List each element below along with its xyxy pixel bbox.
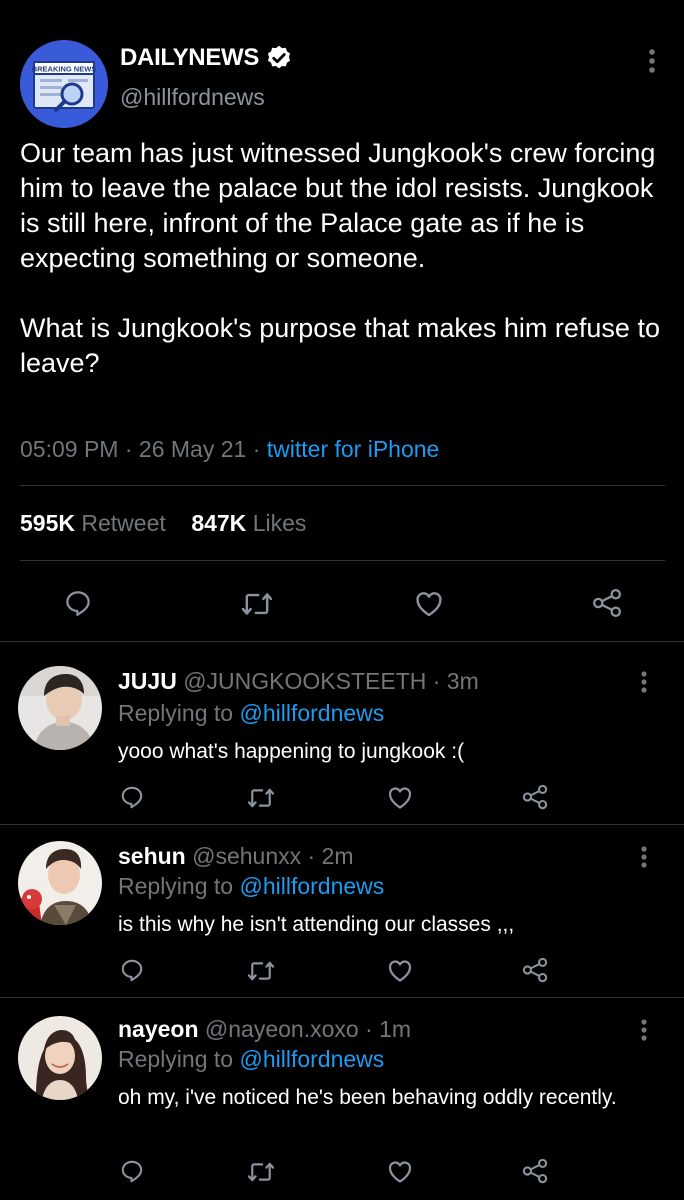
reply-text: oh my, i've noticed he's been behaving o… xyxy=(118,1086,617,1109)
share-icon[interactable] xyxy=(590,588,624,618)
reply-icon[interactable] xyxy=(62,588,94,618)
reply-author-handle: @nayeon.xoxo xyxy=(204,1016,359,1042)
reply-icon[interactable] xyxy=(118,957,146,983)
tweet-actions xyxy=(0,578,684,626)
replying-to-label: Replying to xyxy=(118,1046,240,1072)
like-heart-icon[interactable] xyxy=(386,784,414,810)
reply-header: JUJU @JUNGKOOKSTEETH · 3m xyxy=(118,668,479,695)
reply-author-handle: @sehunxx xyxy=(192,843,302,869)
replying-to: Replying to @hillfordnews xyxy=(118,873,384,900)
like-stat[interactable]: 847K Likes xyxy=(191,510,306,536)
avatar-dailynews[interactable]: BREAKING NEWS xyxy=(20,40,108,128)
tweet-source-link[interactable]: twitter for iPhone xyxy=(267,436,440,462)
tweet-text: Our team has just witnessed Jungkook's c… xyxy=(20,138,660,378)
reply-tweet[interactable]: nayeon @nayeon.xoxo · 1m Replying to @hi… xyxy=(0,998,684,1200)
reply-time: · 2m xyxy=(301,843,354,869)
retweet-stat[interactable]: 595K Retweet xyxy=(20,510,166,536)
author-handle[interactable]: @hillfordnews xyxy=(120,84,265,111)
retweet-icon[interactable] xyxy=(246,959,276,983)
reply-icon[interactable] xyxy=(118,784,146,810)
verified-badge-icon xyxy=(268,45,291,69)
share-icon[interactable] xyxy=(520,784,550,810)
more-options-icon[interactable] xyxy=(648,48,656,74)
replying-to-label: Replying to xyxy=(118,700,240,726)
replying-to-link[interactable]: @hillfordnews xyxy=(239,873,384,899)
retweet-icon[interactable] xyxy=(246,786,276,810)
divider xyxy=(20,560,665,561)
retweet-label: Retweet xyxy=(81,510,166,536)
reply-author-name: JUJU xyxy=(118,668,177,694)
meta-separator: · xyxy=(118,436,139,462)
like-count: 847K xyxy=(191,510,247,536)
reply-header: nayeon @nayeon.xoxo · 1m xyxy=(118,1016,411,1043)
replying-to: Replying to @hillfordnews xyxy=(118,1046,384,1073)
avatar[interactable] xyxy=(18,1016,102,1100)
reply-text: yooo what's happening to jungkook :( xyxy=(118,740,465,763)
reply-author-name: nayeon xyxy=(118,1016,199,1042)
avatar[interactable] xyxy=(18,666,102,750)
tweet-meta: 05:09 PM · 26 May 21 · twitter for iPhon… xyxy=(20,436,439,463)
reply-author-handle: @JUNGKOOKSTEETH xyxy=(183,668,427,694)
meta-separator: · xyxy=(246,436,267,462)
reply-actions xyxy=(0,782,684,818)
divider xyxy=(20,485,665,486)
more-options-icon[interactable] xyxy=(640,1018,648,1042)
reply-author-name: sehun xyxy=(118,843,186,869)
replying-to-label: Replying to xyxy=(118,873,240,899)
more-options-icon[interactable] xyxy=(640,670,648,694)
reply-time: · 3m xyxy=(426,668,479,694)
replying-to-link[interactable]: @hillfordnews xyxy=(239,1046,384,1072)
like-heart-icon[interactable] xyxy=(413,588,445,618)
avatar[interactable] xyxy=(18,841,102,925)
more-options-icon[interactable] xyxy=(640,845,648,869)
retweet-count: 595K xyxy=(20,510,75,536)
reply-actions xyxy=(0,955,684,991)
reply-actions xyxy=(0,1156,684,1192)
reply-tweet[interactable]: sehun @sehunxx · 2m Replying to @hillfor… xyxy=(0,825,684,998)
reply-text: is this why he isn't attending our class… xyxy=(118,913,515,936)
share-icon[interactable] xyxy=(520,957,550,983)
breaking-news-logo-icon: BREAKING NEWS xyxy=(20,40,108,128)
reply-time: · 1m xyxy=(358,1016,412,1042)
like-heart-icon[interactable] xyxy=(386,1158,414,1184)
like-heart-icon[interactable] xyxy=(386,957,414,983)
reply-icon[interactable] xyxy=(118,1158,146,1184)
tweet-date: 26 May 21 xyxy=(138,436,247,462)
share-icon[interactable] xyxy=(520,1158,550,1184)
svg-text:BREAKING NEWS: BREAKING NEWS xyxy=(32,65,97,74)
tweet-time: 05:09 PM xyxy=(20,436,119,462)
reply-tweet[interactable]: JUJU @JUNGKOOKSTEETH · 3m Replying to @h… xyxy=(0,642,684,825)
author-name-text: DAILYNEWS xyxy=(120,44,260,71)
replying-to-link[interactable]: @hillfordnews xyxy=(239,700,384,726)
retweet-icon[interactable] xyxy=(240,590,274,618)
reply-header: sehun @sehunxx · 2m xyxy=(118,843,354,870)
like-label: Likes xyxy=(252,510,307,536)
replying-to: Replying to @hillfordnews xyxy=(118,700,384,727)
author-name[interactable]: DAILYNEWS xyxy=(120,44,293,72)
tweet-stats: 595K Retweet 847K Likes xyxy=(20,510,306,537)
retweet-icon[interactable] xyxy=(246,1160,276,1184)
